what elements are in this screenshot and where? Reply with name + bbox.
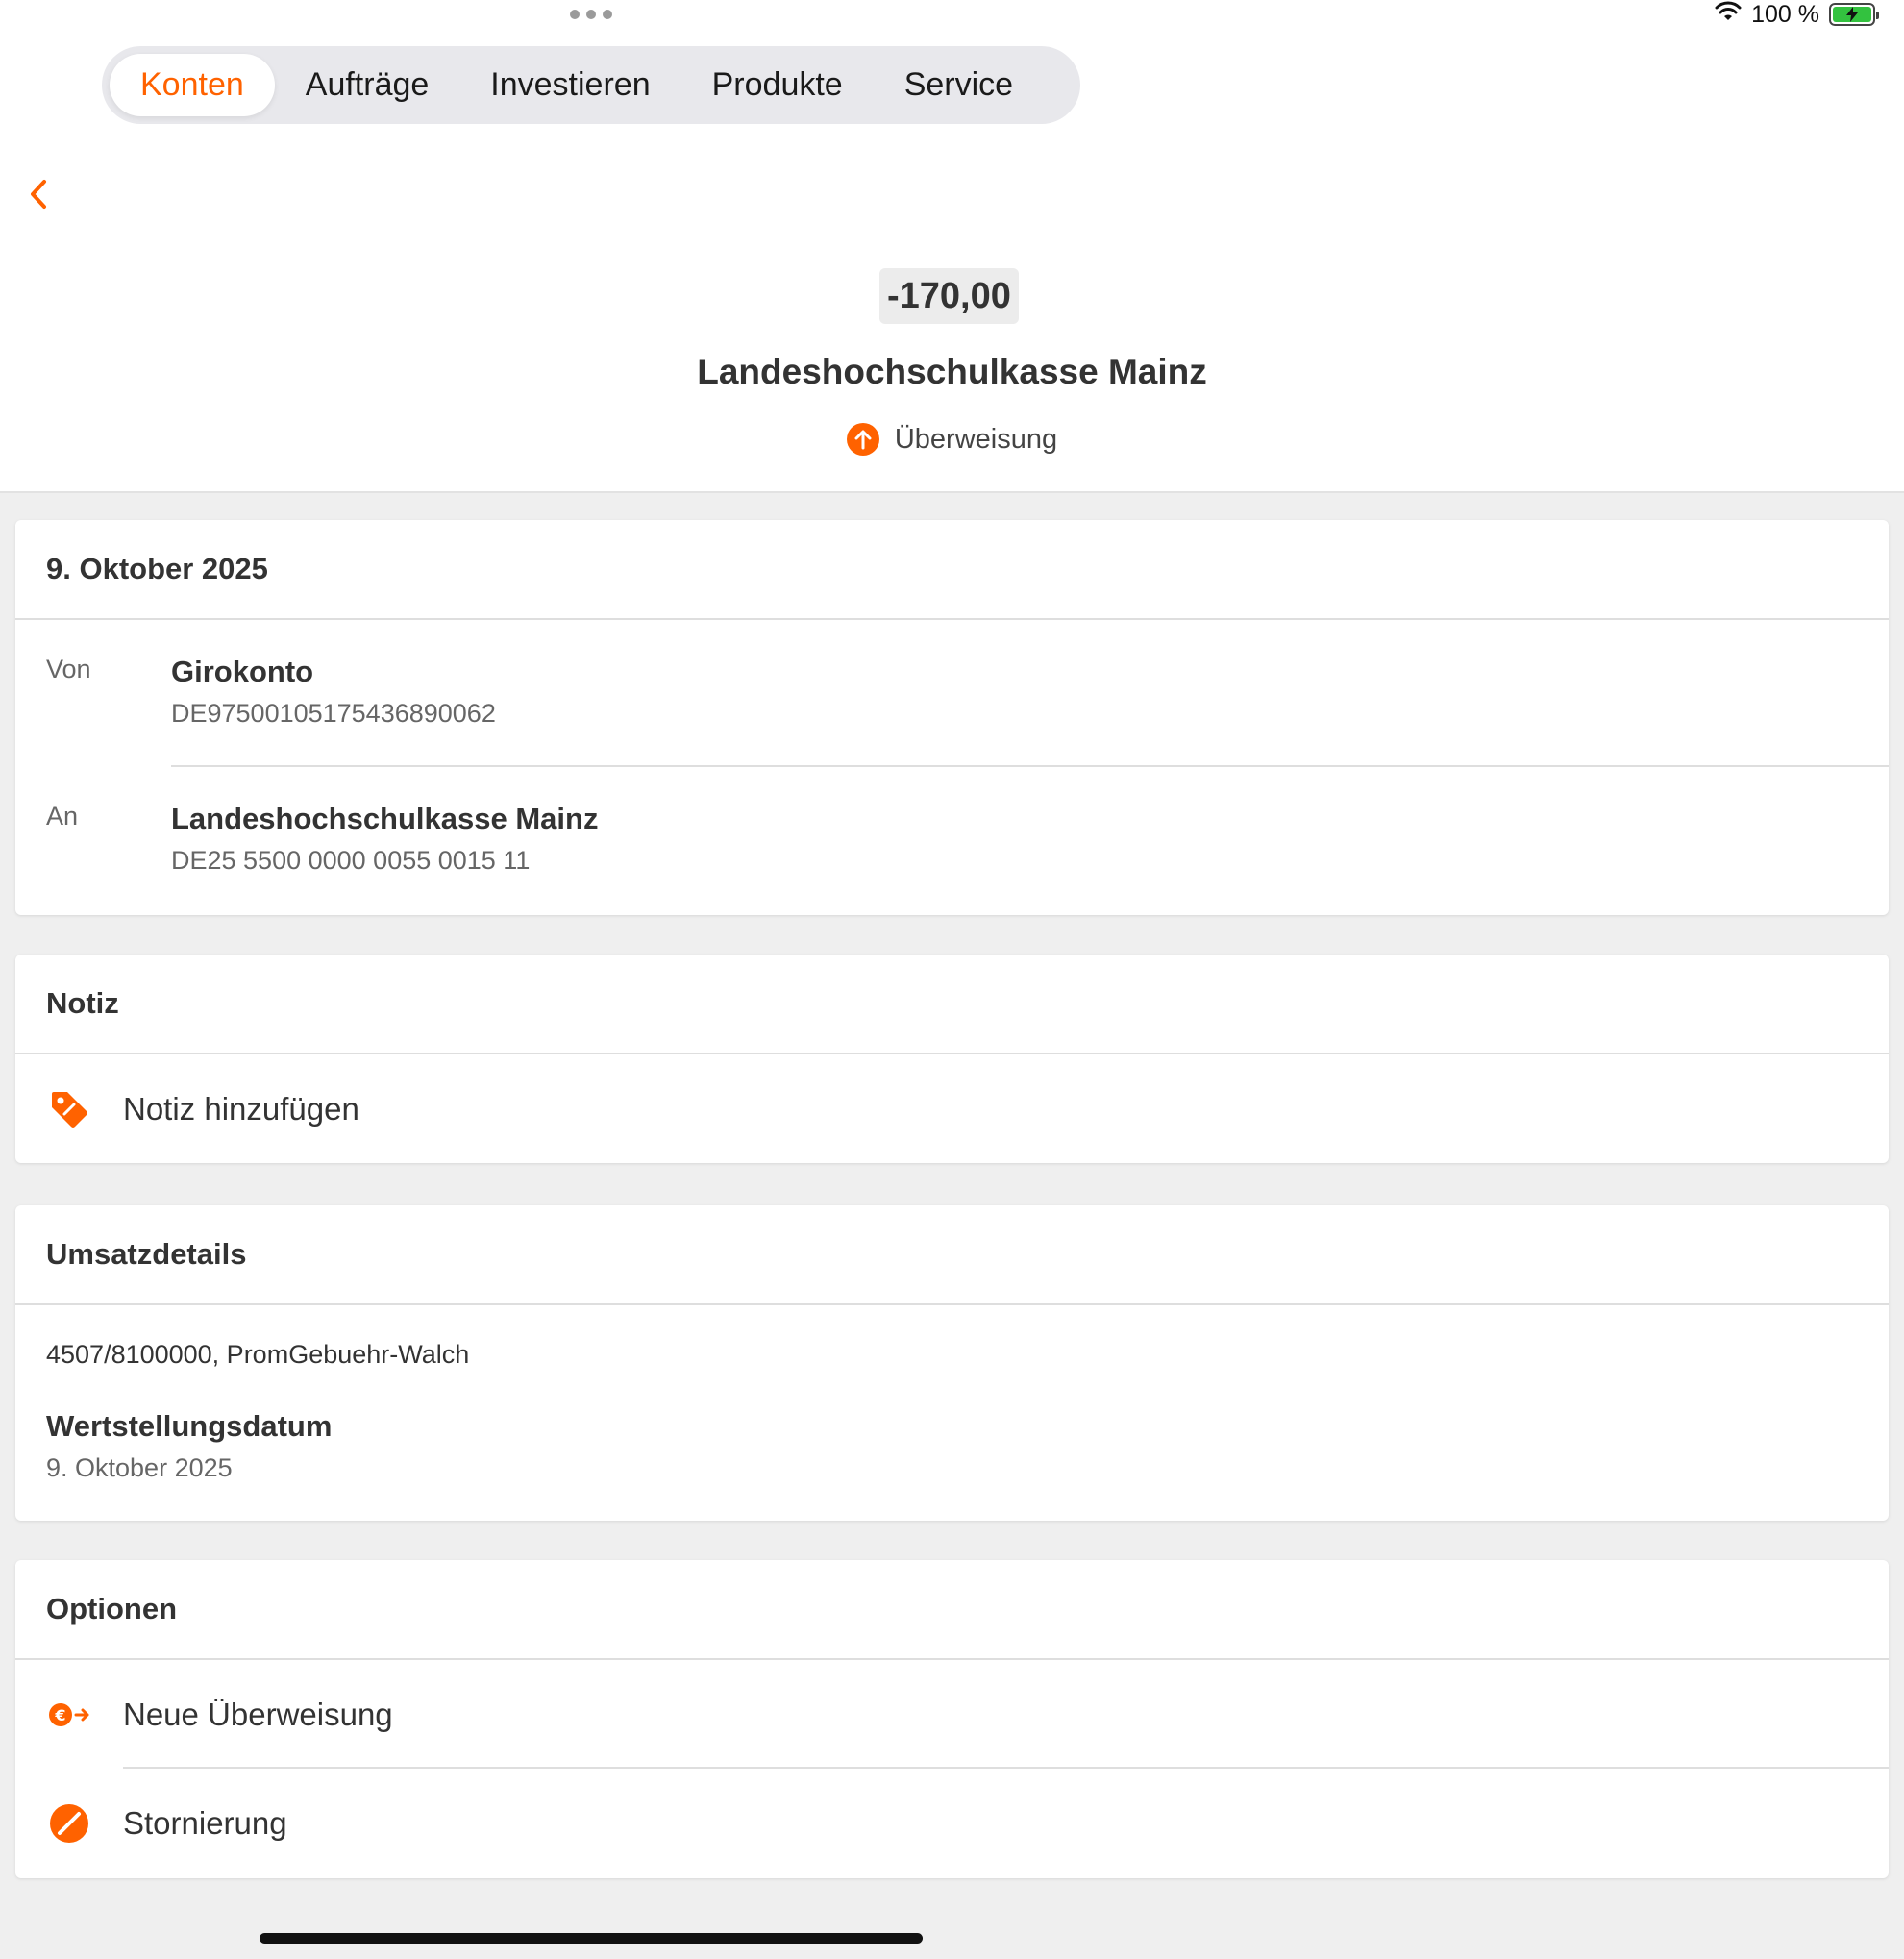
cancel-icon xyxy=(46,1800,92,1847)
chevron-left-icon xyxy=(31,180,46,209)
tab-konten[interactable]: Konten xyxy=(110,54,275,116)
main-tab-bar: Konten Aufträge Investieren Produkte Ser… xyxy=(102,46,1080,124)
arrow-up-icon xyxy=(846,423,879,456)
status-bar: 100 % xyxy=(1715,0,1879,29)
booking-date: 9. Oktober 2025 xyxy=(15,520,1889,620)
tab-service[interactable]: Service xyxy=(874,54,1044,116)
svg-text:€: € xyxy=(54,1706,65,1724)
value-date: 9. Oktober 2025 xyxy=(46,1453,233,1482)
details-body: 4507/8100000, PromGebuehr-Walch Wertstel… xyxy=(15,1305,1889,1519)
details-title: Umsatzdetails xyxy=(15,1205,1889,1305)
transaction-details-card: Umsatzdetails 4507/8100000, PromGebuehr-… xyxy=(15,1205,1889,1521)
value-date-label: Wertstellungsdatum xyxy=(46,1409,333,1443)
note-card: Notiz Notiz hinzufügen xyxy=(15,955,1889,1163)
options-title: Optionen xyxy=(15,1560,1889,1660)
tab-produkte[interactable]: Produkte xyxy=(681,54,874,116)
tab-investieren[interactable]: Investieren xyxy=(459,54,680,116)
payee-title: Landeshochschulkasse Mainz xyxy=(697,352,1207,391)
transaction-type-label: Überweisung xyxy=(894,423,1058,455)
add-note-button[interactable]: Notiz hinzufügen xyxy=(15,1054,1889,1163)
new-transfer-label: Neue Überweisung xyxy=(123,1696,393,1732)
battery-percentage: 100 % xyxy=(1751,0,1819,28)
from-account-name: Girokonto xyxy=(171,655,314,688)
tag-icon xyxy=(46,1086,92,1132)
transaction-type: Überweisung xyxy=(0,423,1904,456)
to-account-name: Landeshochschulkasse Mainz xyxy=(171,802,599,835)
wifi-icon xyxy=(1715,1,1742,29)
tab-auftraege[interactable]: Aufträge xyxy=(275,54,460,116)
cancel-transaction-button[interactable]: Stornierung xyxy=(15,1769,1889,1877)
note-title: Notiz xyxy=(15,955,1889,1054)
parties-card: 9. Oktober 2025 Von Girokonto DE97500105… xyxy=(15,520,1889,915)
to-row: An Landeshochschulkasse Mainz DE25 5500 … xyxy=(15,767,1889,914)
transaction-amount: -170,00 xyxy=(879,268,1019,324)
new-transfer-button[interactable]: € Neue Überweisung xyxy=(15,1660,1889,1769)
back-button[interactable] xyxy=(17,173,60,215)
battery-icon xyxy=(1829,3,1879,26)
to-label: An xyxy=(46,802,79,831)
header-area: 100 % Konten Aufträge Investieren Produk… xyxy=(0,0,1904,493)
to-iban: DE25 5500 0000 0055 0015 11 xyxy=(171,846,531,875)
home-indicator[interactable] xyxy=(260,1933,923,1944)
from-row: Von Girokonto DE97500105175436890062 xyxy=(15,620,1889,767)
reference-text: 4507/8100000, PromGebuehr-Walch xyxy=(46,1340,470,1369)
add-note-label: Notiz hinzufügen xyxy=(123,1090,359,1127)
from-iban: DE97500105175436890062 xyxy=(171,699,496,728)
from-label: Von xyxy=(46,655,91,683)
multitasking-dots-icon[interactable] xyxy=(570,10,612,19)
euro-transfer-icon: € xyxy=(46,1692,92,1738)
cancel-transaction-label: Stornierung xyxy=(123,1804,287,1841)
options-card: Optionen € Neue Überweisung Stornierung xyxy=(15,1560,1889,1878)
